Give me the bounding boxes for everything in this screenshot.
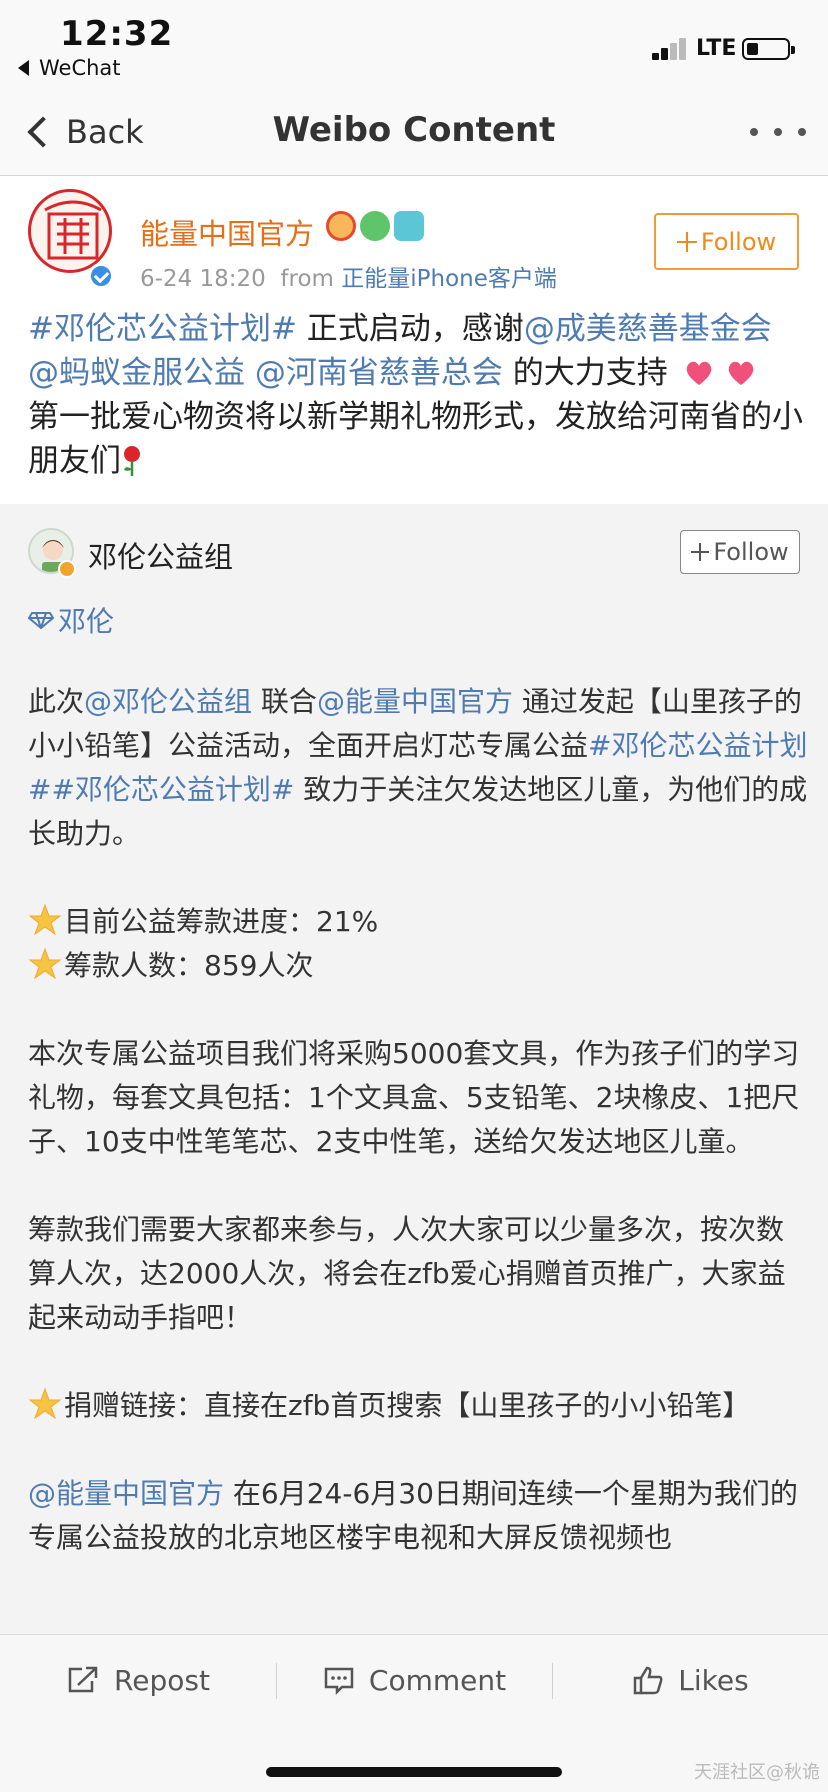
back-button-label: Back	[66, 113, 144, 151]
mention-link[interactable]: @能量中国官方	[28, 1477, 224, 1510]
heart-emoji-icon	[728, 361, 753, 385]
repost-follow-button[interactable]: Follow	[680, 530, 800, 574]
likes-label: Likes	[678, 1663, 749, 1697]
post-date: 6-24 18:20	[140, 266, 266, 292]
fundraising-progress: 目前公益筹款进度：21%	[64, 905, 379, 938]
repost-progress-line: 目前公益筹款进度：21%	[28, 900, 808, 944]
mention-link[interactable]: @邓伦公益组	[84, 685, 252, 718]
repost-text-segment: 此次	[28, 685, 85, 718]
network-type: LTE	[696, 36, 737, 61]
back-to-wechat-link[interactable]: WeChat	[18, 56, 121, 80]
thumbs-up-icon	[634, 1666, 663, 1695]
heart-emoji-icon	[686, 361, 711, 385]
repost-donation-link-line: 捐赠链接：直接在zfb首页搜索【山里孩子的小小铅笔】	[28, 1384, 808, 1428]
follow-button-label: Follow	[713, 538, 789, 566]
action-bar: Repost Comment Likes	[0, 1634, 828, 1724]
donor-count: 筹款人数：859人次	[64, 949, 314, 982]
battery-icon	[742, 38, 795, 60]
follow-button-label: Follow	[700, 227, 777, 256]
nav-bar: Back Weibo Content	[0, 88, 828, 176]
repost-icon	[68, 1666, 98, 1693]
mention-link[interactable]: @能量中国官方	[317, 685, 513, 718]
comment-label: Comment	[368, 1663, 507, 1697]
author-badges	[326, 211, 424, 241]
donation-link-text: 捐赠链接：直接在zfb首页搜索【山里孩子的小小铅笔】	[64, 1389, 751, 1422]
mention-link[interactable]: @河南省慈善总会	[255, 355, 503, 391]
diamond-icon	[28, 612, 54, 629]
back-app-label: WeChat	[39, 56, 121, 80]
verified-badge-icon	[58, 560, 76, 578]
chevron-left-icon	[27, 116, 59, 148]
verified-badge-icon	[88, 263, 114, 289]
repost-label: Repost	[114, 1663, 210, 1697]
watermark: 天涯社区@秋诡	[694, 1762, 820, 1783]
post-source-link[interactable]: 正能量iPhone客户端	[341, 266, 557, 292]
signal-strength-icon	[652, 36, 692, 60]
star-emoji-icon	[28, 947, 62, 980]
author-avatar[interactable]	[28, 189, 112, 273]
post-body: #邓伦芯公益计划# 正式启动，感谢@成美慈善基金会 @蚂蚁金服公益 @河南省慈善…	[28, 307, 803, 483]
back-button[interactable]: Back	[22, 108, 144, 156]
topic-tag-label: 邓伦	[58, 605, 115, 638]
main-post: 能量中国官方 6-24 18:20 from 正能量iPhone客户端 Foll…	[0, 177, 828, 504]
topic-link[interactable]: #邓伦芯公益计划#	[51, 773, 294, 806]
repost-paragraph: 筹款我们需要大家都来参与，人次大家可以少量多次，按次数算人次，达2000人次，将…	[28, 1213, 786, 1334]
star-emoji-icon	[28, 1387, 62, 1420]
repost-text-segment: 联合	[252, 685, 317, 718]
post-text-segment: 正式启动，感谢	[296, 311, 524, 347]
home-indicator[interactable]	[266, 1767, 562, 1777]
status-bar: 12:32 WeChat LTE	[0, 0, 828, 88]
repost-paragraph: 本次专属公益项目我们将采购5000套文具，作为孩子们的学习礼物，每套文具包括：1…	[28, 1037, 800, 1158]
topic-tag[interactable]: 邓伦	[28, 600, 114, 640]
repost-author-name[interactable]: 邓伦公益组	[88, 534, 233, 576]
mention-link[interactable]: @蚂蚁金服公益	[28, 355, 245, 391]
repost-paragraph: 此次@邓伦公益组 联合@能量中国官方 通过发起【山里孩子的小小铅笔】公益活动，全…	[28, 680, 808, 856]
likes-button[interactable]: Likes	[553, 1635, 828, 1725]
camera-badge-icon	[394, 211, 424, 241]
weibo-badge-icon	[326, 211, 356, 241]
comment-button[interactable]: Comment	[277, 1635, 552, 1725]
post-from-label: from	[280, 266, 334, 292]
rose-emoji-icon	[124, 446, 140, 476]
post-text-segment: 第一批爱心物资将以新学期礼物形式，发放给河南省的小朋友们	[28, 399, 803, 479]
repost-donors-line: 筹款人数：859人次	[28, 944, 808, 988]
more-options-icon[interactable]	[750, 128, 806, 138]
repost-button[interactable]: Repost	[0, 1635, 276, 1725]
mention-link[interactable]: @成美慈善基金会	[524, 311, 772, 347]
follow-button[interactable]: Follow	[654, 213, 799, 270]
status-time: 12:32	[60, 14, 174, 54]
repost-body: 此次@邓伦公益组 联合@能量中国官方 通过发起【山里孩子的小小铅笔】公益活动，全…	[28, 680, 808, 1604]
back-triangle-icon	[18, 60, 29, 76]
post-meta: 6-24 18:20 from 正能量iPhone客户端	[140, 259, 557, 293]
star-emoji-icon	[28, 903, 62, 936]
seal-logo-icon	[44, 200, 102, 260]
topic-link[interactable]: #邓伦芯公益计划#	[28, 311, 297, 347]
repost-paragraph: @能量中国官方 在6月24-6月30日期间连续一个星期为我们的专属公益投放的北京…	[28, 1472, 808, 1560]
plus-icon	[691, 543, 710, 561]
post-author-name[interactable]: 能量中国官方	[140, 211, 314, 253]
plus-icon	[676, 231, 697, 252]
comment-icon	[324, 1667, 354, 1695]
charity-heart-badge-icon	[360, 211, 390, 241]
quoted-repost[interactable]: 邓伦公益组 Follow 邓伦 此次@邓伦公益组 联合@能量中国官方 通过发起【…	[0, 504, 828, 1634]
post-text-segment: 的大力支持	[502, 355, 668, 391]
